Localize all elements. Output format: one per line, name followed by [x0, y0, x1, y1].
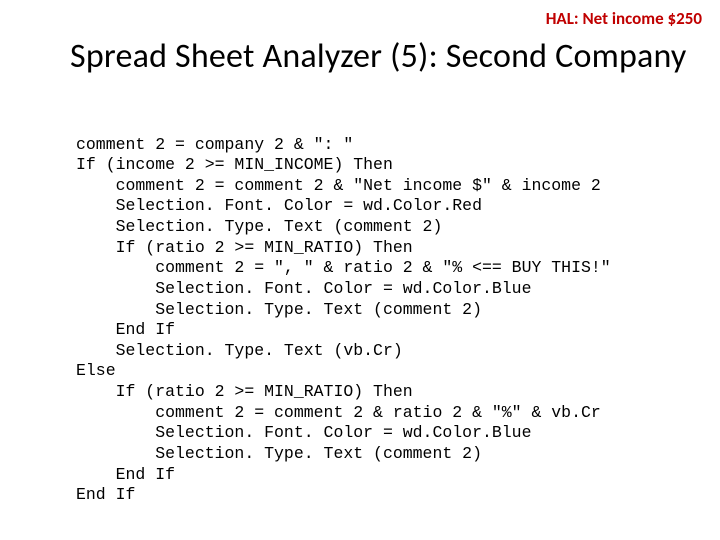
- code-block: comment 2 = company 2 & ": " If (income …: [76, 135, 700, 506]
- header-note: HAL: Net income $250: [546, 8, 702, 29]
- slide-title: Spread Sheet Analyzer (5): Second Compan…: [70, 36, 687, 77]
